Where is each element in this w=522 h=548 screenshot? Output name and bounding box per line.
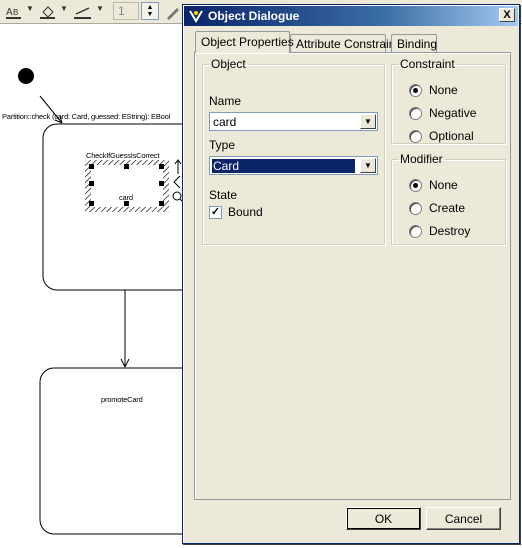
- object-group-legend: Object: [211, 57, 246, 71]
- radio-label[interactable]: Optional: [429, 129, 474, 143]
- radio-label[interactable]: Destroy: [429, 224, 470, 238]
- chevron-down-icon: ▼: [364, 161, 372, 170]
- line-color-icon[interactable]: [72, 2, 94, 22]
- transition-label[interactable]: Partition::check (card: Card, guessed: E…: [2, 112, 182, 121]
- type-value: Card: [212, 159, 355, 173]
- state-label: State: [209, 188, 238, 202]
- tab-object-properties[interactable]: Object Properties: [195, 31, 294, 53]
- constraint-group: Constraint None Negative Optional: [391, 57, 506, 144]
- close-icon: X: [503, 8, 511, 21]
- constraint-group-legend: Constraint: [400, 57, 455, 71]
- fill-color-icon[interactable]: [38, 2, 58, 22]
- chevron-up-icon[interactable]: ▲: [147, 4, 154, 11]
- dialog-title: Object Dialogue: [208, 9, 300, 23]
- radio-label[interactable]: None: [429, 83, 458, 97]
- modifier-group-legend: Modifier: [400, 152, 443, 166]
- modifier-none-radio[interactable]: None: [409, 177, 458, 193]
- modifier-create-radio[interactable]: Create: [409, 200, 465, 216]
- radio-selected-icon: [413, 182, 418, 188]
- app-icon: [187, 8, 205, 24]
- type-combobox[interactable]: Card ▼: [209, 156, 378, 175]
- object-name[interactable]: card: [119, 193, 133, 202]
- radio-selected-icon: [413, 87, 418, 93]
- type-dropdown-button[interactable]: ▼: [360, 158, 376, 173]
- radio-label[interactable]: None: [429, 178, 458, 192]
- name-combobox[interactable]: card ▼: [209, 112, 378, 131]
- checkmark-icon: ✓: [210, 206, 221, 218]
- name-value: card: [213, 115, 237, 129]
- svg-text:A: A: [6, 7, 13, 18]
- type-label: Type: [209, 138, 236, 152]
- radio-icon[interactable]: [409, 83, 422, 97]
- constraint-none-radio[interactable]: None: [409, 82, 458, 98]
- bound-label[interactable]: Bound: [228, 205, 263, 219]
- text-style-icon[interactable]: AB: [4, 2, 24, 22]
- ok-button[interactable]: OK: [346, 507, 421, 530]
- fill-color-dropdown-icon[interactable]: ▼: [60, 4, 68, 13]
- bound-checkbox[interactable]: ✓: [209, 206, 222, 219]
- radio-icon[interactable]: [409, 224, 422, 238]
- radio-icon[interactable]: [409, 178, 422, 192]
- modifier-group: Modifier None Create Destroy: [391, 152, 506, 245]
- chevron-down-icon: ▼: [364, 117, 372, 126]
- tab-binding[interactable]: Binding: [391, 34, 437, 53]
- object-dialog: Object Dialogue X Object Properties Attr…: [182, 4, 520, 544]
- radio-label[interactable]: Create: [429, 201, 465, 215]
- zoom-stepper[interactable]: ▲ ▼: [141, 2, 159, 20]
- close-button[interactable]: X: [499, 8, 515, 22]
- line-color-dropdown-icon[interactable]: ▼: [96, 4, 104, 13]
- constraint-optional-radio[interactable]: Optional: [409, 128, 474, 144]
- radio-icon[interactable]: [409, 201, 422, 215]
- radio-icon[interactable]: [409, 129, 422, 143]
- svg-text:B: B: [13, 8, 18, 17]
- initial-node[interactable]: [18, 68, 34, 84]
- state-name[interactable]: CheckIfGuessIsCorrect: [86, 151, 160, 160]
- name-dropdown-button[interactable]: ▼: [360, 114, 376, 129]
- edit-tool-icon[interactable]: [164, 2, 182, 22]
- state-name[interactable]: promoteCard: [101, 395, 143, 404]
- radio-icon[interactable]: [409, 106, 422, 120]
- object-group: Object Name card ▼ Type Card ▼ State ✓ B…: [202, 57, 385, 245]
- text-style-dropdown-icon[interactable]: ▼: [26, 4, 34, 13]
- tab-panel-object-properties: Object Name card ▼ Type Card ▼ State ✓ B…: [194, 52, 511, 500]
- dialog-titlebar[interactable]: Object Dialogue X: [184, 6, 518, 26]
- tab-attribute-constraint[interactable]: Attribute Constraint: [290, 34, 399, 53]
- modifier-destroy-radio[interactable]: Destroy: [409, 223, 470, 239]
- cancel-button[interactable]: Cancel: [426, 507, 501, 530]
- name-label: Name: [209, 94, 242, 108]
- chevron-down-icon[interactable]: ▼: [147, 11, 154, 18]
- radio-label[interactable]: Negative: [429, 106, 476, 120]
- zoom-field[interactable]: 1: [113, 2, 139, 20]
- constraint-negative-radio[interactable]: Negative: [409, 105, 476, 121]
